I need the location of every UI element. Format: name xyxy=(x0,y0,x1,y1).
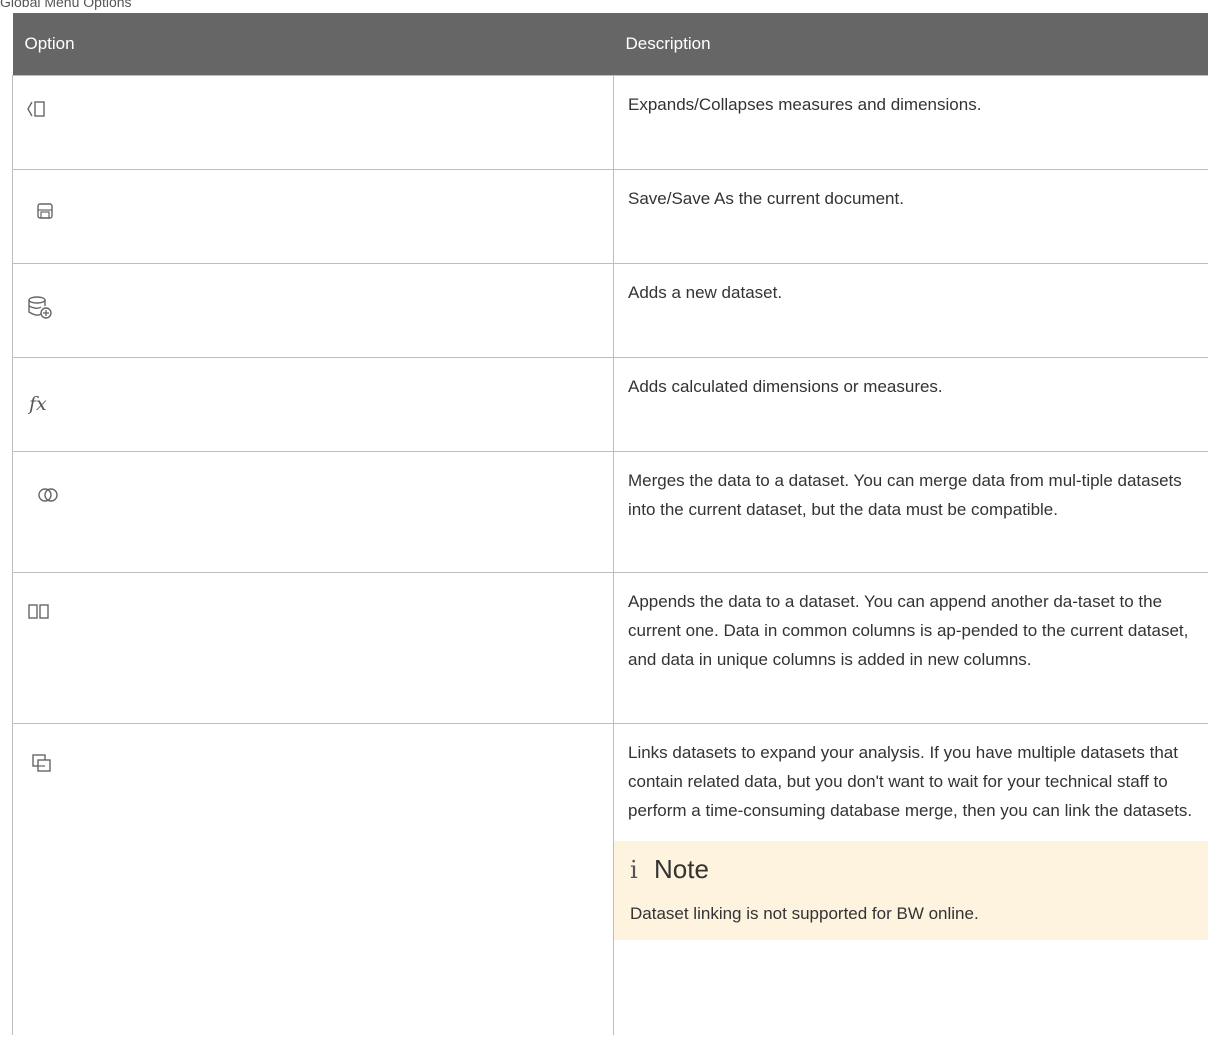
option-cell: fx xyxy=(12,357,614,452)
option-cell xyxy=(12,75,614,170)
append-icon xyxy=(28,604,49,619)
description-cell: Expands/Collapses measures and dimension… xyxy=(613,75,1208,170)
description-cell: Links datasets to expand your analysis. … xyxy=(613,723,1208,1035)
table-row: Adds a new dataset. xyxy=(12,263,1208,358)
collapse-panel-icon xyxy=(27,101,45,117)
note-title: Note xyxy=(654,854,709,884)
table-row: fx Adds calculated dimensions or measure… xyxy=(12,357,1208,452)
option-cell xyxy=(12,451,614,573)
option-cell xyxy=(12,723,614,1035)
formula-icon: fx xyxy=(27,393,47,415)
table-row: Links datasets to expand your analysis. … xyxy=(12,723,1208,1035)
svg-text:fx: fx xyxy=(27,393,47,415)
description-cell: Adds a new dataset. xyxy=(613,263,1208,358)
add-dataset-icon xyxy=(28,296,52,319)
description-cell: Adds calculated dimensions or measures. xyxy=(613,357,1208,452)
link-datasets-icon xyxy=(32,754,51,772)
description-cell: Merges the data to a dataset. You can me… xyxy=(613,451,1208,573)
table-row: Appends the data to a dataset. You can a… xyxy=(12,572,1208,724)
global-menu-options-table: Option Description Expands/Collapses mea… xyxy=(12,13,1208,1035)
description-cell: Appends the data to a dataset. You can a… xyxy=(613,572,1208,724)
note-heading: i Note xyxy=(630,851,1193,888)
merge-icon xyxy=(38,488,58,502)
option-cell xyxy=(12,169,614,264)
info-icon: i xyxy=(630,856,638,884)
column-header-description: Description xyxy=(613,13,1208,76)
table-row: Expands/Collapses measures and dimension… xyxy=(12,75,1208,170)
option-cell xyxy=(12,572,614,724)
save-icon xyxy=(37,203,53,219)
note-text: Dataset linking is not supported for BW … xyxy=(630,904,979,923)
note-box: i Note Dataset linking is not supported f… xyxy=(614,841,1208,940)
table-header-row: Option Description xyxy=(12,13,1208,76)
table-caption: Global Menu Options xyxy=(0,0,132,10)
description-cell: Save/Save As the current document. xyxy=(613,169,1208,264)
table-row: Merges the data to a dataset. You can me… xyxy=(12,451,1208,573)
column-header-option: Option xyxy=(12,13,614,76)
table-row: Save/Save As the current document. xyxy=(12,169,1208,264)
option-cell xyxy=(12,263,614,358)
